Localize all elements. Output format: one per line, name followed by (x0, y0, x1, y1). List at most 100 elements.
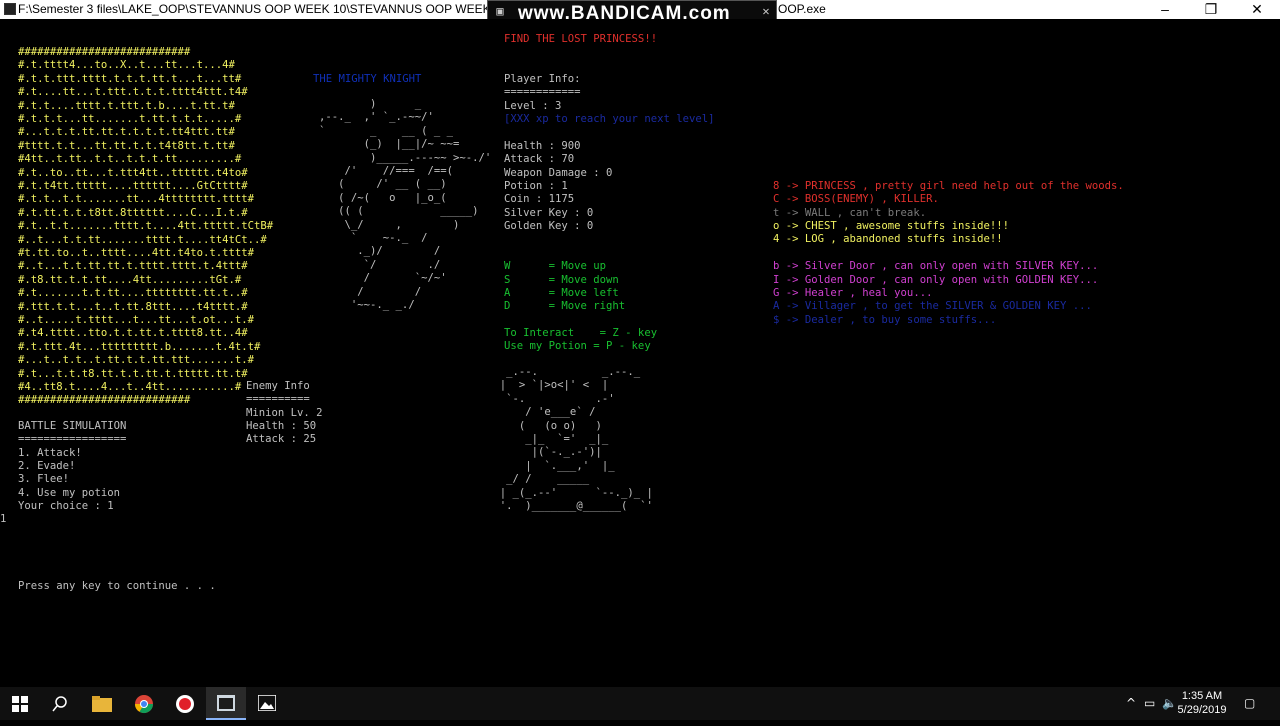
game-heading: FIND THE LOST PRINCESS!! (504, 33, 658, 45)
map-row: #.t.ttt.4t...ttttttttt.b.......t.4t.t# (18, 340, 261, 353)
folder-icon (92, 696, 112, 712)
notifications-icon[interactable]: ▢ (1244, 696, 1255, 710)
console-taskbar-button[interactable] (206, 687, 246, 720)
map-row: #.t.tt.t.t.t8tt.8tttttt....C...I.t.# (18, 206, 248, 219)
map-row: ########################### (18, 394, 191, 407)
map-row: #..t.....t.tttt...t...tt...t.ot...t.# (18, 314, 254, 326)
map-row: #.t.t..t.t.......tt...4tttttttt.tttt# (18, 193, 254, 206)
enemy-name: Minion Lv. 2 (246, 407, 323, 419)
legend-princess: 8 -> PRINCESS , pretty girl need help ou… (773, 180, 1124, 192)
photos-button[interactable] (247, 687, 287, 720)
legend-silver-door: b -> Silver Door , can only open with SI… (773, 260, 1099, 272)
map-row: #.t.t.ttt.tttt.t.t.t.tt.t...t...tt# (18, 72, 242, 85)
knight-art-line: ,--._ ,' `_.-~~/' (268, 111, 434, 124)
battle-option-attack: 1. Attack! (18, 447, 82, 459)
control-up: W = Move up (504, 260, 607, 272)
map-row: #..t...t.t.tt.......tttt.t....tt4tCt..# (18, 233, 267, 246)
press-any-key-prompt[interactable]: Press any key to continue . . . (18, 580, 216, 593)
map-row: #.t.tttt4...to..X..t...tt...t...4# (18, 59, 235, 72)
legend-boss: C -> BOSS(ENEMY) , KILLER. (773, 193, 939, 205)
map-row: #.t4.tttt..tto.t.t.tt.t.tttt8.tt..4# (18, 327, 248, 340)
map-row: #.t.t.t...tt.......t.tt.t.t.t.....# (18, 113, 242, 125)
legend-log: 4 -> LOG , abandoned stuffs inside!! (773, 233, 1003, 245)
player-info-divider: ============ (504, 86, 581, 98)
file-explorer-button[interactable] (82, 687, 122, 720)
taskbar-clock[interactable]: 1:35 AM 5/29/2019 (1172, 689, 1232, 717)
control-use-potion: Use my Potion = P - key (504, 340, 651, 352)
knight-art-line: (_) |__|/~ ~~= (268, 138, 460, 151)
bandicam-close-icon[interactable]: ✕ (758, 3, 774, 19)
control-left: A = Move left (504, 287, 619, 299)
legend-golden-door: I -> Golden Door , can only open with GO… (773, 274, 1099, 286)
player-weapon-damage: Weapon Damage : 0 (504, 167, 613, 179)
bandicam-taskbar-button[interactable] (165, 687, 205, 720)
chrome-icon (135, 695, 153, 714)
map-row: #.t.t4tt.ttttt....tttttt....GtCtttt# (18, 180, 248, 192)
map-row: #tttt.t.t...tt.tt.t.t.t4t8tt.t.tt# (18, 139, 235, 152)
map-row: #4..tt8.t....4...t..4tt...........# (18, 381, 242, 393)
enemy-art-line: _|_ `=' _|_ (436, 433, 609, 445)
enemy-attack: Attack : 25 (246, 433, 317, 445)
enemy-art-line: / 'e___e` / (436, 406, 596, 419)
battle-input-echo: 1 (0, 513, 7, 525)
window-title-tail: OOP.exe (778, 2, 826, 16)
console-output: FIND THE LOST PRINCESS!! ###############… (0, 19, 1280, 687)
player-attack: Attack : 70 (504, 153, 575, 165)
battle-option-evade: 2. Evade! (18, 460, 76, 472)
knight-art-line: `/ ./ (268, 258, 441, 271)
enemy-art-line: | `.___,' |_ (436, 459, 615, 472)
search-icon (52, 696, 67, 712)
enemy-art-line: _/ / _____ (436, 473, 590, 486)
map-row: #...t.t.t.tt.tt.t.t.t.t.tt4ttt.tt# (18, 126, 235, 139)
map-row: #.t.......t.t.tt....tttttttt.tt.t..# (18, 287, 248, 300)
legend-wall: t -> WALL , can't break. (773, 207, 927, 219)
player-coin: Coin : 1175 (504, 193, 575, 205)
legend-healer: G -> Healer , heal you... (773, 287, 933, 299)
battery-icon[interactable]: ▭ (1144, 696, 1155, 710)
knight-art-line: ` ~-._ / (268, 232, 428, 244)
knight-art-line: /' //=== /==( (268, 165, 453, 177)
control-right: D = Move right (504, 300, 626, 312)
knight-title: THE MIGHTY KNIGHT (313, 73, 422, 85)
maximize-button[interactable]: ❐ (1188, 0, 1234, 19)
enemy-art-line: _.--. _.--._ (436, 366, 641, 378)
map-row: #...t..t.t..t.tt.t.t.tt.ttt.......t.# (18, 354, 254, 367)
console-app-icon (4, 3, 16, 15)
map-row: ########################### (18, 46, 191, 58)
clock-time: 1:35 AM (1181, 690, 1223, 702)
search-button[interactable] (40, 687, 80, 720)
knight-art-line: ( /~( o |_o_( (268, 191, 447, 204)
chrome-button[interactable] (124, 687, 164, 720)
map-row: #..t...t.t.tt.tt.t.tttt.tttt.t.4ttt# (18, 260, 248, 273)
knight-art-line: ( /' __ ( __) (268, 178, 447, 191)
clock-date: 5/29/2019 (1177, 704, 1227, 716)
map-row: #.t..to..tt...t.ttt4tt..tttttt.t4to# (18, 166, 248, 179)
knight-art-line: '~~-._ _./ (268, 299, 415, 311)
map-row: #.t.t....tttt.t.ttt.t.b....t.tt.t# (18, 99, 235, 112)
console-window-icon (217, 695, 235, 711)
legend-chest: o -> CHEST , awesome stuffs inside!!! (773, 220, 1009, 232)
player-golden-key: Golden Key : 0 (504, 220, 594, 232)
start-button[interactable] (0, 687, 40, 720)
legend-dealer: $ -> Dealer , to buy some stuffs... (773, 314, 997, 326)
map-row: #.t8.tt.t.t.tt....4tt.........tGt.# (18, 273, 242, 286)
battle-divider: ================= (18, 433, 127, 445)
knight-art-line: ) _ (268, 98, 422, 110)
knight-art-line: ._)/ / (268, 245, 441, 258)
map-row: #.t...t.t.t8.tt.t.t.tt.t.ttttt.tt.t# (18, 367, 248, 380)
knight-art-line: \_/ , ) (268, 218, 460, 231)
player-level: Level : 3 (504, 100, 562, 112)
map-row: #.ttt.t.t...t..t.tt.8ttt....t4tttt.# (18, 300, 248, 313)
enemy-health: Health : 50 (246, 420, 317, 432)
minimize-button[interactable]: – (1142, 0, 1188, 19)
map-row: #4tt..t.tt..t.t..t.t.t.tt.........# (18, 153, 242, 166)
player-potion: Potion : 1 (504, 180, 568, 192)
player-health: Health : 900 (504, 140, 581, 152)
control-down: S = Move down (504, 274, 619, 286)
bandicam-window-icon: ▣ (496, 4, 504, 18)
battle-option-flee: 3. Flee! (18, 473, 70, 485)
enemy-art-line: ( (o o) ) (436, 419, 602, 432)
tray-chevron-icon[interactable]: ^ (1126, 696, 1136, 710)
knight-art-line: ` _ __ ( _ _ (268, 124, 453, 137)
close-button[interactable]: ✕ (1234, 0, 1280, 19)
